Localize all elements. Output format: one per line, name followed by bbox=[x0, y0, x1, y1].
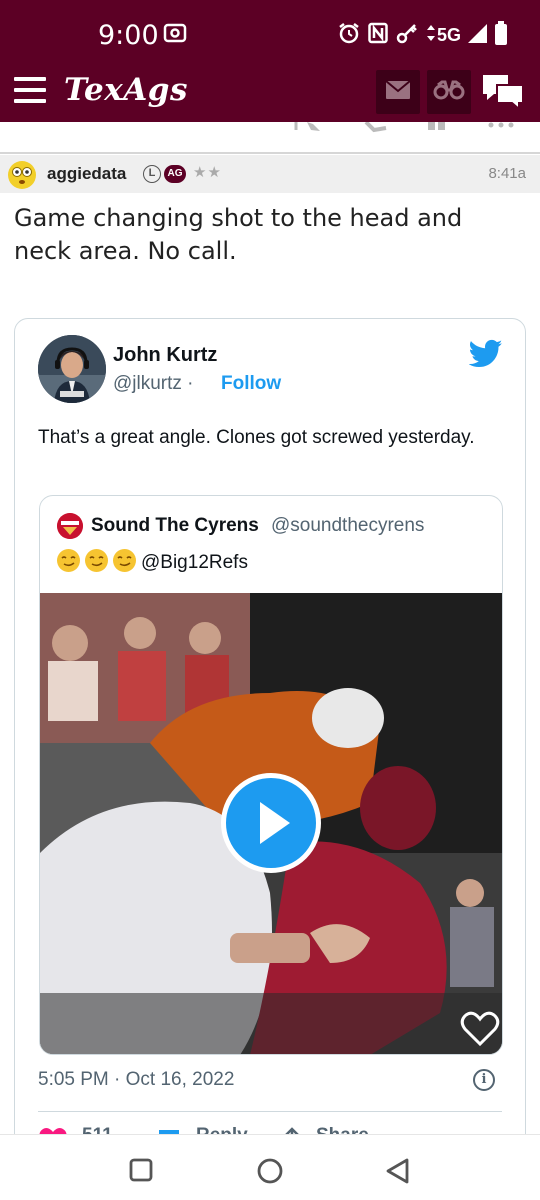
tweet-author-avatar[interactable] bbox=[38, 335, 106, 403]
rating-stars: ★★ bbox=[193, 164, 222, 181]
nfc-icon bbox=[368, 22, 388, 49]
ag-badge: AG bbox=[164, 165, 186, 183]
post-header: aggiedata L AG ★★ 8:41a bbox=[0, 155, 540, 193]
quoted-author-handle[interactable]: @soundthecyrens bbox=[271, 515, 424, 537]
back-triangle-icon[interactable] bbox=[384, 1157, 412, 1190]
battery-icon bbox=[494, 20, 508, 51]
signal-icon bbox=[466, 22, 488, 49]
network-type: 5G bbox=[437, 25, 462, 45]
play-button[interactable] bbox=[221, 773, 321, 873]
post-username[interactable]: aggiedata bbox=[47, 164, 126, 184]
mail-button[interactable] bbox=[376, 70, 420, 114]
info-icon[interactable]: i bbox=[473, 1069, 495, 1091]
home-circle-icon[interactable] bbox=[256, 1157, 284, 1190]
quoted-author-avatar[interactable] bbox=[57, 513, 83, 539]
system-nav-bar bbox=[0, 1134, 540, 1200]
post-body: Game changing shot to the head and neck … bbox=[14, 204, 463, 265]
app-bar: TexAgs bbox=[0, 64, 540, 122]
tweet-divider bbox=[38, 1111, 502, 1112]
status-bar: 9:00 5G bbox=[0, 0, 540, 64]
texags-logo[interactable]: TexAgs bbox=[64, 72, 188, 108]
binoculars-button[interactable] bbox=[427, 70, 471, 114]
tweet-timestamp[interactable]: 5:05 PM · Oct 16, 2022 bbox=[38, 1069, 234, 1091]
twitter-bird-icon[interactable] bbox=[468, 339, 503, 374]
vpn-key-icon bbox=[396, 22, 418, 49]
smirk-emoji-icon bbox=[85, 549, 108, 572]
recents-square-icon[interactable] bbox=[128, 1157, 154, 1188]
menu-icon[interactable] bbox=[14, 77, 46, 103]
quoted-tweet[interactable]: Sound The Cyrens @soundthecyrens @Big12R… bbox=[39, 495, 503, 1055]
follow-link[interactable]: Follow bbox=[221, 373, 281, 395]
chat-icon[interactable] bbox=[480, 72, 526, 117]
tweet-handle-text: @jlkurtz bbox=[113, 373, 182, 394]
user-avatar[interactable] bbox=[8, 161, 36, 189]
quoted-author-name[interactable]: Sound The Cyrens bbox=[91, 515, 259, 537]
tweet-author-name[interactable]: John Kurtz bbox=[113, 344, 217, 367]
previous-post-actions bbox=[0, 122, 540, 154]
binoculars-icon bbox=[433, 80, 465, 105]
post-time: 8:41a bbox=[488, 165, 526, 182]
embedded-tweet[interactable]: John Kurtz @jlkurtz · Follow That’s a gr… bbox=[14, 318, 526, 1148]
heart-icon[interactable] bbox=[460, 1011, 500, 1052]
quoted-tweet-text: @Big12Refs bbox=[57, 549, 248, 574]
tweet-author-handle[interactable]: @jlkurtz · bbox=[113, 373, 194, 395]
data-arrows-icon bbox=[426, 22, 436, 49]
smirk-emoji-icon bbox=[57, 549, 80, 572]
tweet-handle-separator: · bbox=[181, 373, 194, 394]
tweet-text: That’s a great angle. Clones got screwed… bbox=[38, 427, 475, 448]
status-time: 9:00 bbox=[98, 20, 159, 51]
lifetime-badge: L bbox=[143, 165, 161, 183]
screen-record-icon bbox=[163, 22, 187, 49]
mail-icon bbox=[385, 79, 411, 105]
alarm-icon bbox=[338, 22, 360, 49]
smirk-emoji-icon bbox=[113, 549, 136, 572]
video-thumbnail[interactable] bbox=[40, 593, 502, 1054]
mention-link[interactable]: @Big12Refs bbox=[141, 552, 248, 573]
